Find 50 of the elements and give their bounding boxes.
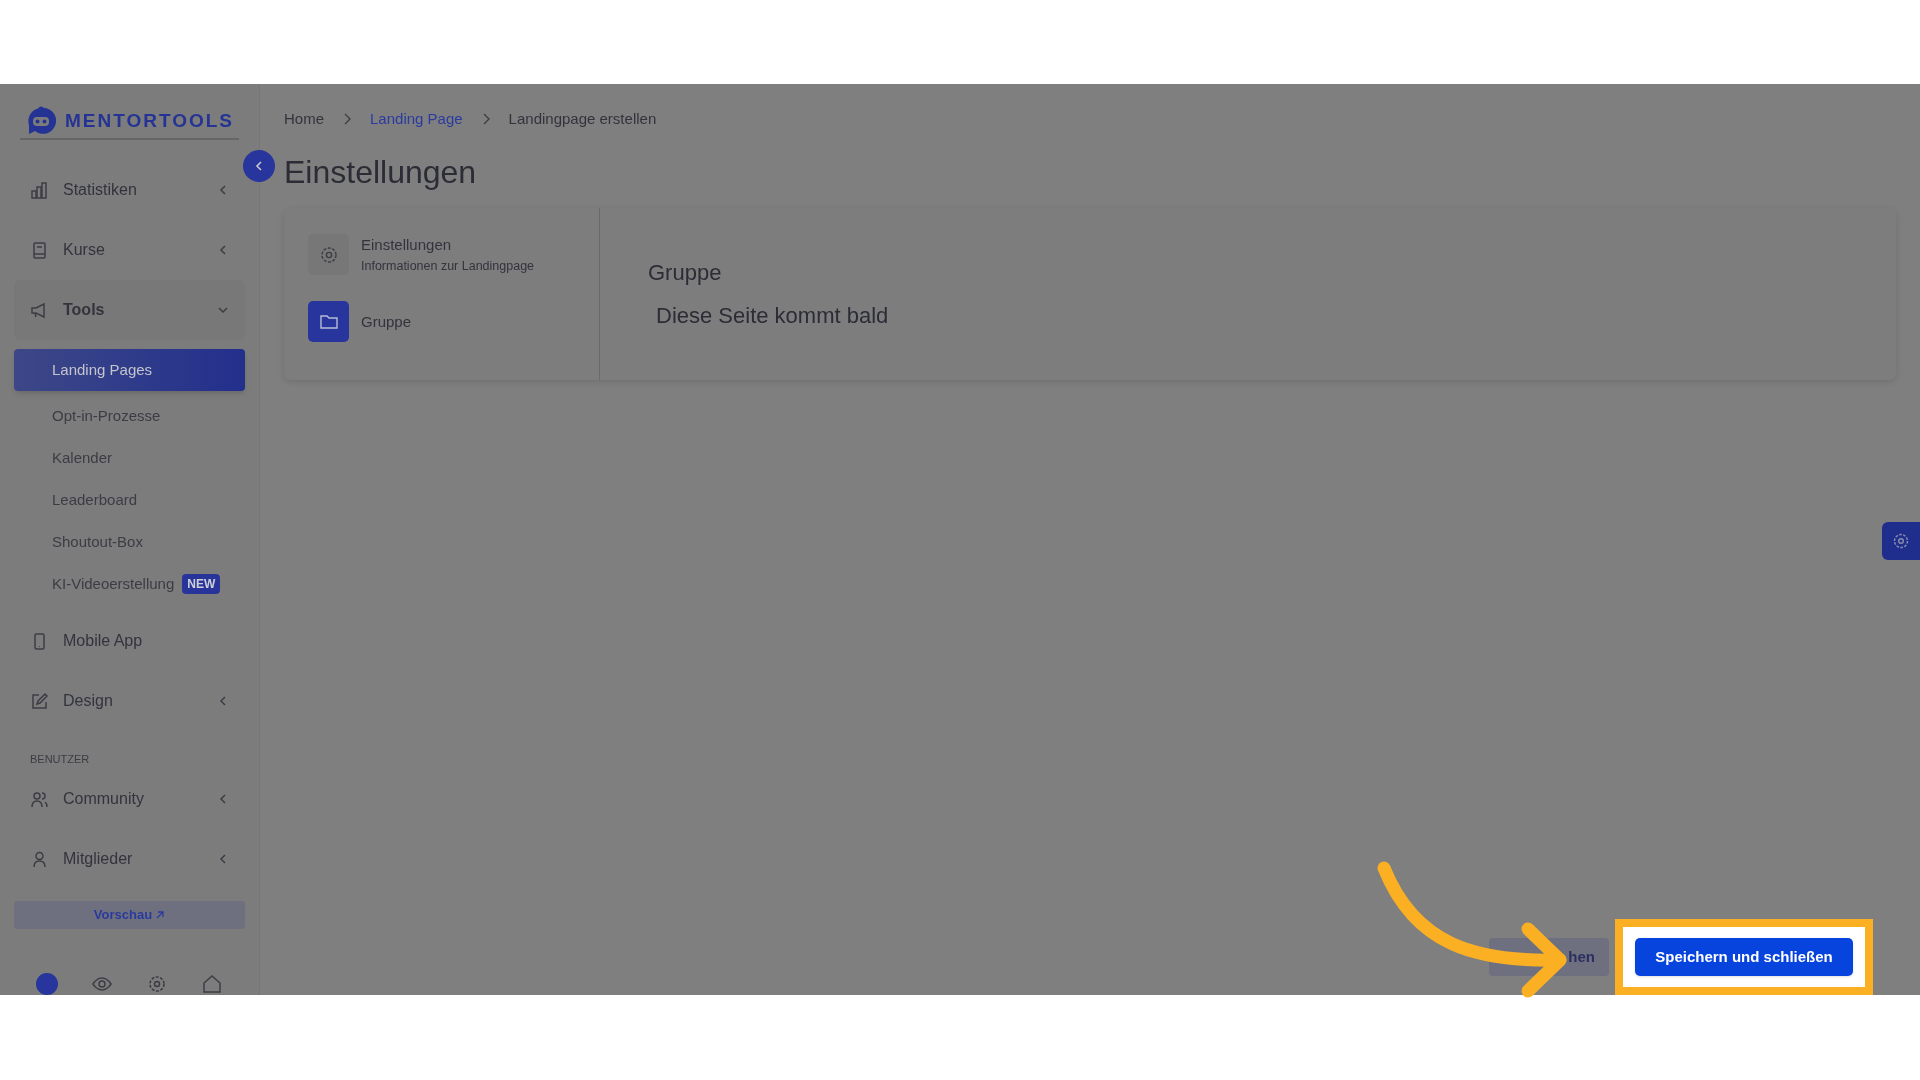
settings-tab[interactable] xyxy=(1882,522,1920,560)
panel-text: Diese Seite kommt bald xyxy=(655,302,889,330)
folder-icon xyxy=(318,312,339,331)
menu-item[interactable]: Tools xyxy=(14,280,245,340)
preview-button[interactable]: Vorschau xyxy=(14,901,245,929)
step-title: Einstellungen xyxy=(361,235,453,255)
chevron-left-icon xyxy=(217,244,229,256)
chevron-left-icon xyxy=(253,160,265,172)
submenu-item[interactable]: Shoutout-Box xyxy=(14,521,245,563)
logo-text: MENTORTOOLS xyxy=(64,108,235,133)
panel-heading: Gruppe xyxy=(648,259,723,287)
users-icon xyxy=(30,789,49,809)
bar-chart-icon xyxy=(30,180,49,200)
pencil-icon xyxy=(30,691,49,711)
submenu-item[interactable]: KI-Videoerstellung NEW xyxy=(14,563,245,605)
chevron-left-icon xyxy=(217,853,229,865)
settings-icon xyxy=(318,244,339,265)
submenu-item[interactable]: Leaderboard xyxy=(14,479,245,521)
collapse-button[interactable] xyxy=(243,150,275,182)
step-title: Gruppe xyxy=(361,311,412,332)
step-icon-box[interactable] xyxy=(308,234,349,276)
chevron-right-icon xyxy=(342,113,352,125)
submenu-item[interactable]: Landing Pages xyxy=(14,349,245,391)
submenu-item[interactable]: Opt-in-Prozesse xyxy=(14,395,245,437)
step-icon-box[interactable] xyxy=(308,301,349,343)
section-label: BENUTZER xyxy=(29,751,91,767)
chevron-left-icon xyxy=(217,793,229,805)
home-icon[interactable] xyxy=(200,973,223,995)
submenu-item[interactable]: Kalender xyxy=(14,437,245,479)
menu-item[interactable]: Mitglieder xyxy=(14,829,245,889)
new-badge: NEW xyxy=(182,574,221,594)
menu-item[interactable]: Statistiken xyxy=(14,160,245,220)
book-icon xyxy=(30,240,49,260)
page-title: Einstellungen xyxy=(284,153,478,192)
save-button[interactable]: Speichern und schließen xyxy=(1635,938,1853,976)
menu-item[interactable]: Kurse xyxy=(14,220,245,280)
settings-icon xyxy=(1892,532,1910,550)
breadcrumb-item[interactable]: Home xyxy=(284,107,324,131)
chevron-left-icon xyxy=(217,695,229,707)
breadcrumb-item[interactable]: Landingpage erstellen xyxy=(508,107,657,131)
menu-item[interactable]: Design xyxy=(14,671,245,731)
chevron-down-icon xyxy=(217,304,229,316)
menu-item[interactable]: Community xyxy=(14,769,245,829)
avatar-icon[interactable] xyxy=(36,973,59,995)
user-icon xyxy=(30,849,49,869)
step-subtitle: Informationen zur Landingpage xyxy=(361,257,535,275)
menu-item[interactable]: Mobile App xyxy=(14,611,245,671)
breadcrumb-item[interactable]: Landing Page xyxy=(370,107,463,131)
external-link-icon xyxy=(155,910,166,920)
chevron-left-icon xyxy=(217,184,229,196)
